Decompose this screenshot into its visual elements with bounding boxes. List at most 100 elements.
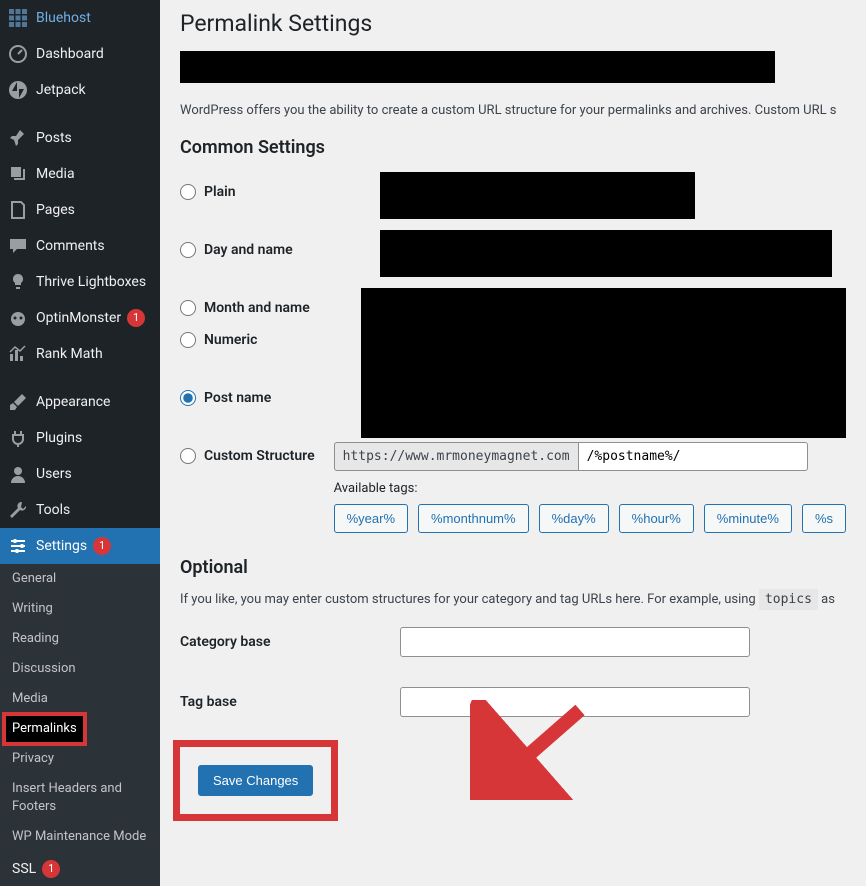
sidebar-label: Settings [36,537,87,555]
submenu-discussion[interactable]: Discussion [0,654,160,684]
sidebar-label: Media [36,165,75,183]
sidebar-item-jetpack[interactable]: Jetpack [0,72,160,108]
monster-icon [8,308,28,328]
optional-heading: Optional [180,557,846,578]
tag-base-input[interactable] [400,687,750,717]
sidebar-label: Jetpack [36,81,86,99]
sidebar-item-settings[interactable]: Settings 1 [0,528,160,564]
label-day-name: Day and name [204,242,293,258]
tag-day[interactable]: %day% [539,504,609,533]
redacted-sample [361,288,846,438]
save-changes-button[interactable]: Save Changes [198,765,313,796]
sliders-icon [8,536,28,556]
sidebar-label: SSL [12,860,36,878]
badge: 1 [42,860,60,878]
custom-base-url: https://www.mrmoneymagnet.com [334,442,578,471]
sidebar-item-appearance[interactable]: Appearance [0,384,160,420]
radio-month-name[interactable] [180,300,196,316]
tag-monthnum[interactable]: %monthnum% [418,504,529,533]
badge: 1 [127,309,145,327]
submenu-permalinks[interactable]: Permalinks [6,716,83,742]
plugin-icon [8,428,28,448]
available-tags-label: Available tags: [334,481,846,496]
category-base-label: Category base [180,634,400,650]
radio-day-name[interactable] [180,242,196,258]
submenu-media[interactable]: Media [0,684,160,714]
sidebar-item-comments[interactable]: Comments [0,228,160,264]
page-icon [8,200,28,220]
redacted-notice [180,51,775,83]
sidebar-item-bluehost[interactable]: Bluehost [0,0,160,36]
sidebar-label: Thrive Lightboxes [36,273,146,291]
radio-numeric[interactable] [180,332,196,348]
submenu-ssl[interactable]: SSL 1 [0,852,160,886]
sidebar-item-thrive-lightboxes[interactable]: Thrive Lightboxes [0,264,160,300]
sidebar-label: Users [36,465,72,483]
brush-icon [8,392,28,412]
lamp-icon [8,272,28,292]
submenu-privacy[interactable]: Privacy [0,744,160,774]
sidebar-item-plugins[interactable]: Plugins [0,420,160,456]
submenu-writing[interactable]: Writing [0,594,160,624]
sidebar-label: Plugins [36,429,82,447]
wrench-icon [8,500,28,520]
label-plain: Plain [204,184,236,200]
sidebar-item-posts[interactable]: Posts [0,120,160,156]
admin-sidebar: Bluehost Dashboard Jetpack Posts Media P… [0,0,160,886]
common-settings-heading: Common Settings [180,137,846,158]
sidebar-item-tools[interactable]: Tools [0,492,160,528]
sidebar-item-dashboard[interactable]: Dashboard [0,36,160,72]
category-base-input[interactable] [400,627,750,657]
tag-base-label: Tag base [180,694,400,710]
sidebar-item-media[interactable]: Media [0,156,160,192]
sidebar-label: Pages [36,201,75,219]
save-highlight-box: Save Changes [180,747,331,814]
radio-custom[interactable] [180,448,196,464]
radio-plain[interactable] [180,184,196,200]
submenu-wp-maintenance[interactable]: WP Maintenance Mode [0,822,160,852]
jetpack-icon [8,80,28,100]
sidebar-label: Appearance [36,393,110,411]
sidebar-item-pages[interactable]: Pages [0,192,160,228]
tag-year[interactable]: %year% [334,504,408,533]
grid-icon [8,8,28,28]
submenu-general[interactable]: General [0,564,160,594]
page-title: Permalink Settings [180,10,846,37]
sidebar-label: Dashboard [36,45,104,63]
intro-text: WordPress offers you the ability to crea… [180,101,846,121]
submenu-insert-headers[interactable]: Insert Headers and Footers [0,774,160,822]
badge: 1 [93,537,111,555]
settings-submenu: General Writing Reading Discussion Media… [0,564,160,886]
redacted-sample [380,230,832,277]
sidebar-item-optinmonster[interactable]: OptinMonster 1 [0,300,160,336]
radio-post-name[interactable] [180,390,196,406]
chart-icon [8,344,28,364]
sidebar-label: Rank Math [36,345,103,363]
sidebar-label: Tools [36,501,70,519]
pin-icon [8,128,28,148]
sidebar-label: Comments [36,237,105,255]
label-month-name: Month and name [204,300,310,316]
sidebar-label: Posts [36,129,72,147]
tag-hour[interactable]: %hour% [619,504,694,533]
permalink-options: Plain Day and name Month and name Numeri [180,172,846,533]
label-numeric: Numeric [204,332,257,348]
label-custom: Custom Structure [204,448,315,464]
available-tags: %year% %monthnum% %day% %hour% %minute% … [334,504,846,533]
media-icon [8,164,28,184]
redacted-sample [380,172,695,219]
sidebar-label: Bluehost [36,9,91,27]
tag-second[interactable]: %s [802,504,846,533]
main-content: Permalink Settings WordPress offers you … [160,0,866,886]
dashboard-icon [8,44,28,64]
comment-icon [8,236,28,256]
label-post-name: Post name [204,390,271,406]
sidebar-item-rank-math[interactable]: Rank Math [0,336,160,372]
sidebar-label: OptinMonster [36,309,121,327]
submenu-reading[interactable]: Reading [0,624,160,654]
sidebar-item-users[interactable]: Users [0,456,160,492]
custom-structure-input[interactable] [578,442,808,471]
user-icon [8,464,28,484]
tag-minute[interactable]: %minute% [704,504,792,533]
optional-desc: If you like, you may enter custom struct… [180,592,846,607]
